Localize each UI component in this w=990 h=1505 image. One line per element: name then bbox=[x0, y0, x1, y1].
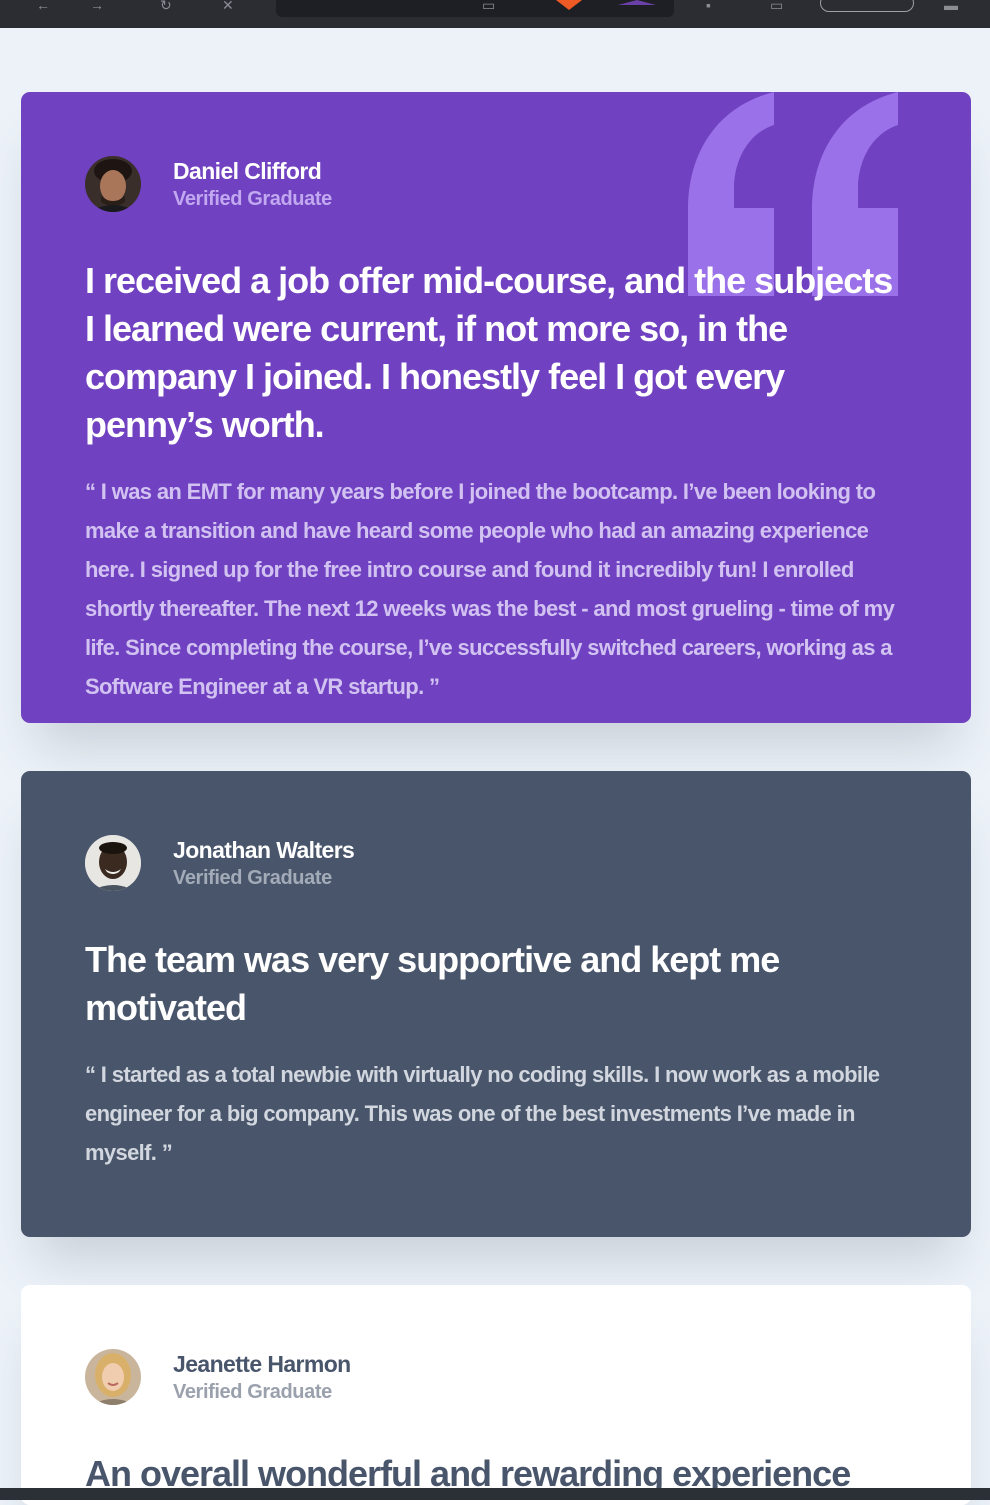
sidebar-icon[interactable]: ▭ bbox=[770, 0, 783, 12]
testimonial-body: “ I was an EMT for many years before I j… bbox=[85, 479, 895, 699]
testimonial-headline: I received a job offer mid-course, and t… bbox=[85, 260, 893, 445]
brave-shield-icon[interactable] bbox=[556, 0, 582, 10]
avatar bbox=[85, 156, 141, 212]
testimonial-card-jonathan: Jonathan Walters Verified Graduate The t… bbox=[21, 771, 971, 1237]
profile-header: Daniel Clifford Verified Graduate bbox=[85, 156, 907, 212]
author-role: Verified Graduate bbox=[173, 188, 332, 210]
close-icon[interactable]: ✕ bbox=[222, 0, 234, 12]
menu-icon[interactable]: ▬ bbox=[944, 0, 958, 12]
avatar bbox=[85, 1349, 141, 1405]
author-name: Jeanette Harmon bbox=[173, 1351, 351, 1377]
profile-header: Jeanette Harmon Verified Graduate bbox=[85, 1349, 907, 1405]
testimonial-card-daniel: Daniel Clifford Verified Graduate I rece… bbox=[21, 92, 971, 723]
back-arrow-icon[interactable]: ← bbox=[36, 0, 50, 12]
author-role: Verified Graduate bbox=[173, 1381, 332, 1403]
forward-arrow-icon[interactable]: → bbox=[90, 0, 104, 12]
author-name: Daniel Clifford bbox=[173, 158, 322, 184]
browser-toolbar: ← → ↻ ✕ ▭ ▪ ▭ ▬ bbox=[0, 0, 990, 28]
author-name: Jonathan Walters bbox=[173, 837, 355, 863]
window-bottom-edge bbox=[0, 1488, 990, 1500]
testimonial-card-jeanette: Jeanette Harmon Verified Graduate An ove… bbox=[21, 1285, 971, 1505]
avatar bbox=[85, 835, 141, 891]
bookmark-icon[interactable]: ▭ bbox=[482, 0, 495, 12]
profile-header: Jonathan Walters Verified Graduate bbox=[85, 835, 907, 891]
testimonial-headline: The team was very supportive and kept me… bbox=[85, 939, 780, 1028]
reload-icon[interactable]: ↻ bbox=[160, 0, 172, 12]
testimonial-body: “ I started as a total newbie with virtu… bbox=[85, 1062, 880, 1165]
profile-pill-button[interactable] bbox=[820, 0, 914, 12]
extension-icon[interactable] bbox=[618, 0, 656, 5]
extensions-puzzle-icon[interactable]: ▪ bbox=[706, 0, 711, 12]
author-role: Verified Graduate bbox=[173, 867, 332, 889]
address-bar[interactable]: ▭ bbox=[276, 0, 674, 17]
